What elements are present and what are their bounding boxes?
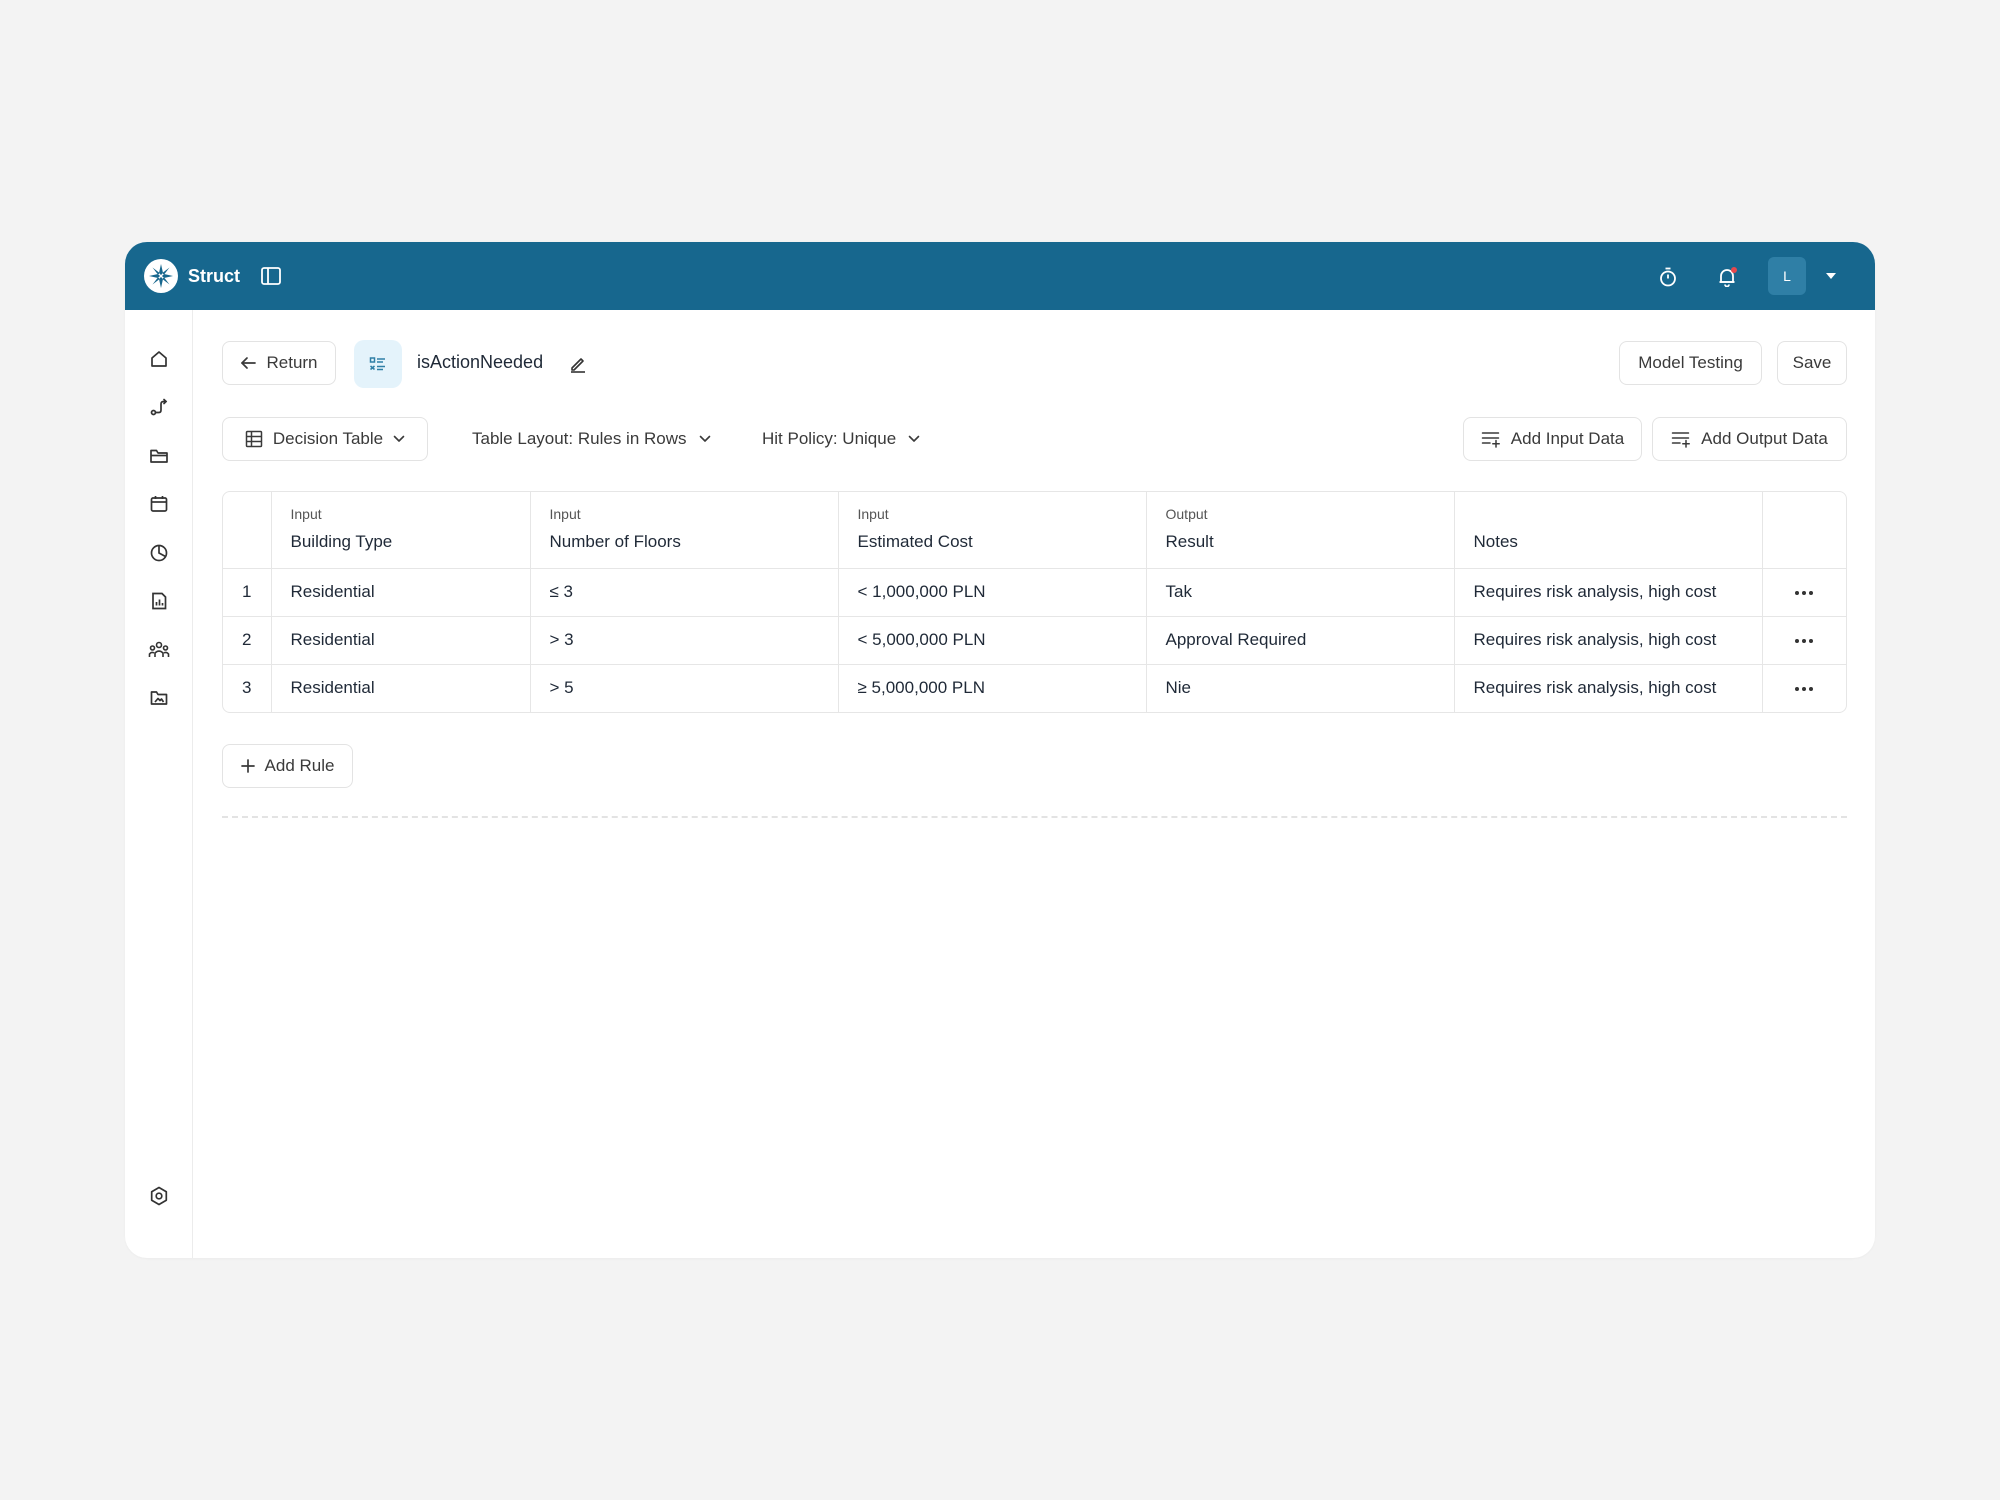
plus-icon bbox=[240, 759, 255, 773]
more-options-icon[interactable] bbox=[1789, 679, 1819, 699]
team-icon[interactable] bbox=[147, 638, 171, 662]
timer-icon[interactable] bbox=[1657, 266, 1679, 288]
column-kind: Input bbox=[857, 506, 889, 522]
workflow-icon[interactable] bbox=[147, 395, 171, 419]
table-cell[interactable]: Tak bbox=[1146, 568, 1455, 617]
chevron-down-icon bbox=[393, 435, 405, 442]
left-nav bbox=[125, 310, 193, 1258]
more-options-icon[interactable] bbox=[1789, 583, 1819, 603]
column-kind: Output bbox=[1165, 506, 1208, 522]
struct-logo-icon[interactable] bbox=[144, 259, 178, 293]
return-label: Return bbox=[266, 353, 318, 372]
decision-table: Input Building Type Input Number of Floo… bbox=[222, 491, 1847, 713]
chevron-down-icon bbox=[699, 435, 710, 442]
hit-policy-label: Hit Policy: Unique bbox=[762, 429, 897, 448]
home-icon[interactable] bbox=[147, 347, 171, 371]
more-options-icon[interactable] bbox=[1789, 631, 1819, 651]
model-name: isActionNeeded bbox=[417, 352, 544, 372]
avatar[interactable]: L bbox=[1768, 257, 1806, 295]
table-cell[interactable]: Residential bbox=[271, 616, 531, 665]
row-number: 1 bbox=[223, 568, 272, 617]
column-header[interactable]: Input Estimated Cost bbox=[838, 492, 1147, 569]
column-name: Notes bbox=[1473, 532, 1518, 551]
folder-icon[interactable] bbox=[147, 444, 171, 468]
row-actions bbox=[1762, 616, 1846, 665]
add-rule-button[interactable]: Add Rule bbox=[222, 744, 353, 788]
app-name: Struct bbox=[188, 266, 241, 286]
table-cell[interactable]: Residential bbox=[271, 568, 531, 617]
notification-dot bbox=[1731, 267, 1737, 273]
arrow-left-icon bbox=[241, 357, 257, 369]
column-header[interactable]: Output Result bbox=[1146, 492, 1455, 569]
table-cell[interactable]: Approval Required bbox=[1146, 616, 1455, 665]
table-cell[interactable]: Nie bbox=[1146, 664, 1455, 712]
edit-pencil-icon[interactable] bbox=[567, 353, 589, 375]
table-cell[interactable]: Requires risk analysis, high cost bbox=[1454, 664, 1763, 712]
table-cell[interactable]: > 5 bbox=[530, 664, 839, 712]
table-cell[interactable]: ≥ 5,000,000 PLN bbox=[838, 664, 1147, 712]
column-name: Estimated Cost bbox=[857, 532, 973, 551]
row-number: 2 bbox=[223, 616, 272, 665]
table-cell[interactable]: < 5,000,000 PLN bbox=[838, 616, 1147, 665]
row-actions bbox=[1762, 568, 1846, 617]
decision-table-select[interactable]: Decision Table bbox=[222, 417, 428, 461]
table-cell[interactable]: > 3 bbox=[530, 616, 839, 665]
column-kind: Input bbox=[290, 506, 322, 522]
column-header[interactable]: Input Building Type bbox=[271, 492, 531, 569]
table-row: 2 Residential > 3 < 5,000,000 PLN Approv… bbox=[223, 616, 1846, 665]
settings-icon[interactable] bbox=[147, 1184, 171, 1208]
row-number: 3 bbox=[223, 664, 272, 712]
table-row: 3 Residential > 5 ≥ 5,000,000 PLN Nie Re… bbox=[223, 664, 1846, 712]
hit-policy-select[interactable]: Hit Policy: Unique bbox=[762, 417, 920, 461]
save-button[interactable]: Save bbox=[1777, 341, 1847, 385]
return-button[interactable]: Return bbox=[222, 341, 336, 385]
top-bar: Struct L bbox=[125, 242, 1875, 310]
column-header[interactable]: Input Number of Floors bbox=[530, 492, 839, 569]
add-list-icon bbox=[1671, 432, 1691, 448]
table-layout-select[interactable]: Table Layout: Rules in Rows bbox=[472, 417, 711, 461]
column-name: Number of Floors bbox=[549, 532, 681, 551]
dashed-divider bbox=[222, 816, 1847, 818]
decision-model-icon bbox=[354, 340, 402, 388]
model-testing-button[interactable]: Model Testing bbox=[1619, 341, 1762, 385]
image-folder-icon[interactable] bbox=[147, 686, 171, 710]
actions-header bbox=[1762, 492, 1846, 569]
column-header[interactable]: Notes bbox=[1454, 492, 1763, 569]
table-cell[interactable]: < 1,000,000 PLN bbox=[838, 568, 1147, 617]
decision-table-label: Decision Table bbox=[272, 429, 384, 448]
table-cell[interactable]: Requires risk analysis, high cost bbox=[1454, 616, 1763, 665]
column-name: Building Type bbox=[290, 532, 393, 551]
table-layout-label: Table Layout: Rules in Rows bbox=[472, 429, 687, 448]
table-icon bbox=[245, 430, 263, 448]
report-icon[interactable] bbox=[147, 589, 171, 613]
add-input-data-button[interactable]: Add Input Data bbox=[1463, 417, 1642, 461]
column-kind bbox=[1474, 506, 1743, 522]
app-window: Struct L Return isActionNeeded Model Tes… bbox=[125, 242, 1875, 1258]
chevron-down-icon bbox=[908, 435, 920, 442]
table-cell[interactable]: Requires risk analysis, high cost bbox=[1454, 568, 1763, 617]
chevron-down-icon[interactable] bbox=[1825, 270, 1837, 282]
row-actions bbox=[1762, 664, 1846, 712]
table-row: 1 Residential ≤ 3 < 1,000,000 PLN Tak Re… bbox=[223, 568, 1846, 617]
add-output-data-button[interactable]: Add Output Data bbox=[1652, 417, 1847, 461]
sidebar-toggle-icon[interactable] bbox=[261, 266, 281, 286]
table-header-row: Input Building Type Input Number of Floo… bbox=[223, 492, 1846, 569]
bell-icon[interactable] bbox=[1716, 266, 1738, 288]
calendar-icon[interactable] bbox=[147, 492, 171, 516]
add-rule-label: Add Rule bbox=[264, 756, 335, 775]
add-output-label: Add Output Data bbox=[1701, 429, 1828, 448]
add-list-icon bbox=[1481, 432, 1500, 448]
row-number-header bbox=[223, 492, 272, 569]
table-cell[interactable]: ≤ 3 bbox=[530, 568, 839, 617]
pie-chart-icon[interactable] bbox=[147, 541, 171, 565]
column-name: Result bbox=[1165, 532, 1214, 551]
table-cell[interactable]: Residential bbox=[271, 664, 531, 712]
column-kind: Input bbox=[549, 506, 581, 522]
add-input-label: Add Input Data bbox=[1510, 429, 1625, 448]
